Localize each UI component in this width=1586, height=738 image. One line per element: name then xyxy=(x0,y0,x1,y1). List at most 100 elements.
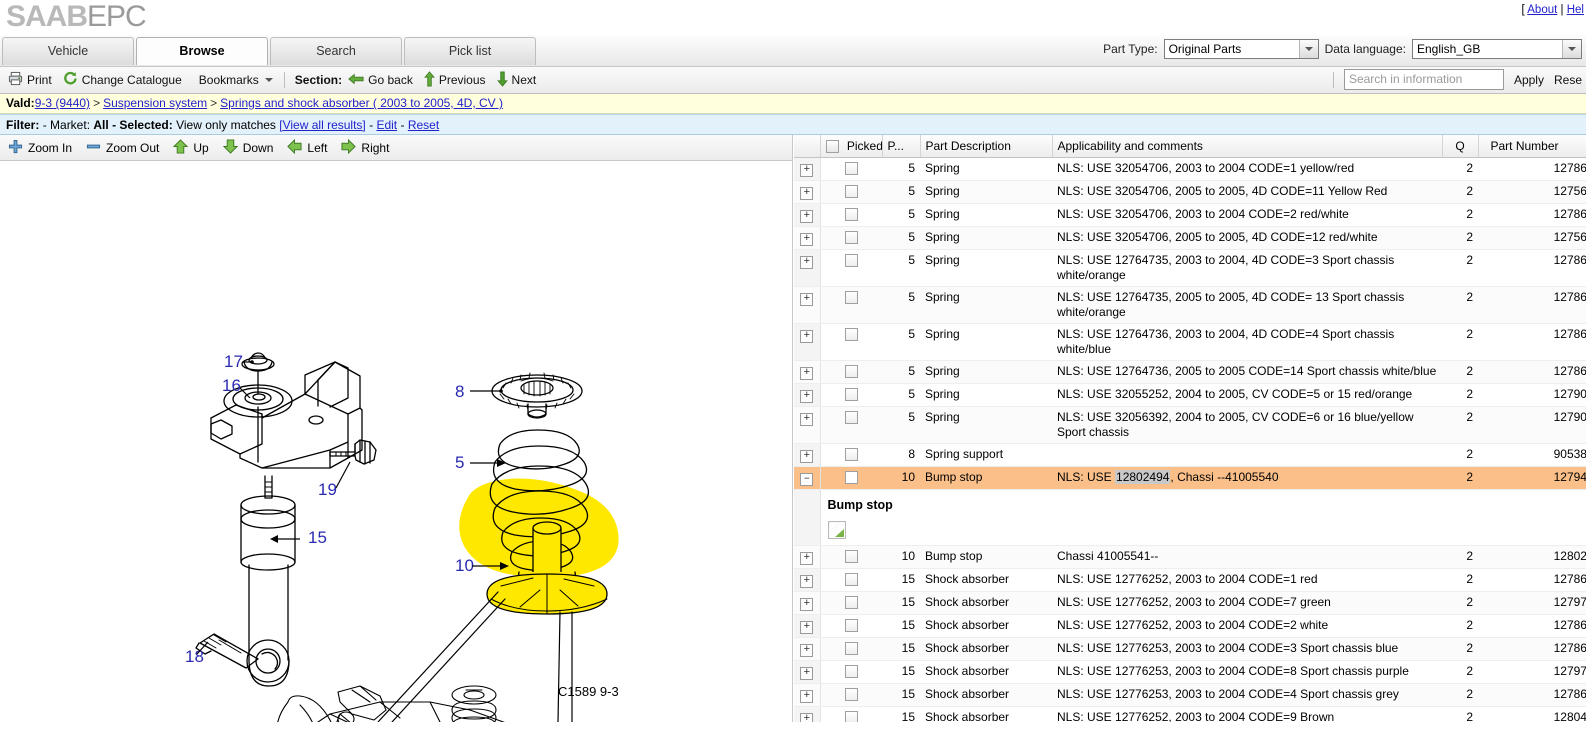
picked-cell[interactable] xyxy=(820,157,882,181)
picked-cell[interactable] xyxy=(820,249,882,287)
table-row[interactable]: + 15 Shock absorber NLS: USE 12776252, 2… xyxy=(794,591,1586,615)
expand-icon[interactable]: + xyxy=(800,449,814,463)
picked-cell[interactable] xyxy=(820,637,882,661)
row-checkbox[interactable] xyxy=(844,207,858,221)
expand-icon[interactable]: + xyxy=(800,163,814,177)
reset-button[interactable]: Rese xyxy=(1554,73,1582,87)
broken-image-icon[interactable] xyxy=(827,520,846,539)
expand-icon[interactable]: + xyxy=(800,389,814,403)
expand-icon[interactable]: + xyxy=(800,292,814,306)
expand-cell[interactable]: + xyxy=(794,406,821,444)
row-checkbox[interactable] xyxy=(844,161,858,175)
picked-cell[interactable] xyxy=(820,360,882,384)
select-all-checkbox[interactable] xyxy=(825,139,839,153)
row-checkbox[interactable] xyxy=(844,687,858,701)
breadcrumb-item-section[interactable]: Springs and shock absorber ( 2003 to 200… xyxy=(220,96,503,110)
expand-cell[interactable]: + xyxy=(794,286,821,324)
row-checkbox[interactable] xyxy=(844,595,858,609)
expand-icon[interactable]: + xyxy=(800,255,814,269)
table-row[interactable]: + 15 Shock absorber NLS: USE 12776253, 2… xyxy=(794,683,1586,707)
col-part-description[interactable]: Part Description xyxy=(920,135,1053,158)
expand-cell[interactable]: + xyxy=(794,360,821,384)
expand-cell[interactable]: + xyxy=(794,637,821,661)
col-q[interactable]: Q xyxy=(1442,135,1479,158)
expand-cell[interactable]: + xyxy=(794,706,821,722)
tab-search[interactable]: Search xyxy=(270,37,402,65)
table-row[interactable]: + 15 Shock absorber NLS: USE 12776252, 2… xyxy=(794,614,1586,638)
expand-cell[interactable]: + xyxy=(794,443,821,467)
table-row[interactable]: + 8 Spring support 2 90538496 xyxy=(794,443,1586,467)
picked-cell[interactable] xyxy=(820,591,882,615)
row-checkbox[interactable] xyxy=(844,230,858,244)
picked-cell[interactable] xyxy=(820,568,882,592)
row-checkbox[interactable] xyxy=(844,641,858,655)
breadcrumb-item-model[interactable]: 9-3 (9440) xyxy=(35,96,90,110)
picked-cell[interactable] xyxy=(820,545,882,569)
table-row[interactable]: + 15 Shock absorber NLS: USE 12776253, 2… xyxy=(794,637,1586,661)
picked-cell[interactable] xyxy=(820,383,882,407)
expand-icon[interactable]: + xyxy=(800,329,814,343)
picked-cell[interactable] xyxy=(820,286,882,324)
expand-icon[interactable]: + xyxy=(800,666,814,680)
expand-icon[interactable]: + xyxy=(800,366,814,380)
table-row[interactable]: + 5 Spring NLS: USE 32055252, 2004 to 20… xyxy=(794,383,1586,407)
col-p[interactable]: P... xyxy=(882,135,921,158)
row-checkbox[interactable] xyxy=(844,447,858,461)
help-link[interactable]: Hel xyxy=(1567,4,1584,16)
expand-icon[interactable]: + xyxy=(800,412,814,426)
row-checkbox[interactable] xyxy=(844,253,858,267)
table-row[interactable]: + 10 Bump stop Chassi 41005541-- 2 12802… xyxy=(794,545,1586,569)
picked-cell[interactable] xyxy=(820,226,882,250)
expand-cell[interactable]: – xyxy=(794,466,821,490)
about-link[interactable]: About xyxy=(1527,4,1557,16)
expand-cell[interactable]: + xyxy=(794,323,821,361)
picked-cell[interactable] xyxy=(820,406,882,444)
expand-cell[interactable]: + xyxy=(794,660,821,684)
search-input[interactable]: Search in information xyxy=(1343,69,1504,90)
row-checkbox[interactable] xyxy=(844,410,858,424)
zoom-in-button[interactable]: Zoom In xyxy=(6,139,84,157)
table-row[interactable]: + 5 Spring NLS: USE 32054706, 2005 to 20… xyxy=(794,180,1586,204)
table-row[interactable]: + 5 Spring NLS: USE 12764736, 2003 to 20… xyxy=(794,323,1586,361)
picked-cell[interactable] xyxy=(820,660,882,684)
expand-cell[interactable]: + xyxy=(794,157,821,181)
zoom-out-button[interactable]: Zoom Out xyxy=(84,139,171,157)
pan-down-button[interactable]: Down xyxy=(221,138,286,157)
expand-icon[interactable]: + xyxy=(800,597,814,611)
row-checkbox[interactable] xyxy=(844,710,858,722)
table-row[interactable]: + 5 Spring NLS: USE 12764736, 2005 to 20… xyxy=(794,360,1586,384)
table-row[interactable]: + 5 Spring NLS: USE 32054706, 2003 to 20… xyxy=(794,203,1586,227)
expand-icon[interactable]: + xyxy=(800,551,814,565)
expand-icon[interactable]: + xyxy=(800,712,814,722)
table-row[interactable]: + 15 Shock absorber NLS: USE 12776252, 2… xyxy=(794,706,1586,722)
change-catalogue-button[interactable]: Change Catalogue xyxy=(61,68,191,92)
row-checkbox[interactable] xyxy=(844,470,858,484)
filter-edit-link[interactable]: Edit xyxy=(376,118,397,132)
row-checkbox[interactable] xyxy=(844,549,858,563)
print-button[interactable]: Print xyxy=(6,68,61,92)
table-row[interactable]: + 15 Shock absorber NLS: USE 12776253, 2… xyxy=(794,660,1586,684)
row-checkbox[interactable] xyxy=(844,184,858,198)
pan-right-button[interactable]: Right xyxy=(339,138,401,157)
table-row[interactable]: + 5 Spring NLS: USE 32056392, 2004 to 20… xyxy=(794,406,1586,444)
expand-icon[interactable]: + xyxy=(800,186,814,200)
picked-cell[interactable] xyxy=(820,180,882,204)
col-part-number[interactable]: Part Number xyxy=(1478,135,1586,158)
data-language-select[interactable]: English_GB xyxy=(1412,39,1582,59)
pan-up-button[interactable]: Up xyxy=(171,138,220,157)
row-checkbox[interactable] xyxy=(844,664,858,678)
previous-button[interactable]: Previous xyxy=(422,68,495,92)
expand-cell[interactable]: + xyxy=(794,545,821,569)
parts-diagram[interactable]: 17 16 19 15 18 8 5 10 C1589 9-3 xyxy=(0,162,792,722)
expand-icon[interactable]: + xyxy=(800,574,814,588)
picked-cell[interactable] xyxy=(820,443,882,467)
expand-cell[interactable]: + xyxy=(794,591,821,615)
table-row[interactable]: + 15 Shock absorber NLS: USE 12776252, 2… xyxy=(794,568,1586,592)
picked-cell[interactable] xyxy=(820,706,882,722)
table-row[interactable]: + 5 Spring NLS: USE 32054706, 2005 to 20… xyxy=(794,226,1586,250)
table-row[interactable]: + 5 Spring NLS: USE 12764735, 2005 to 20… xyxy=(794,286,1586,324)
diagram-viewport[interactable]: 17 16 19 15 18 8 5 10 C1589 9-3 xyxy=(0,162,792,722)
expand-cell[interactable]: + xyxy=(794,383,821,407)
bookmarks-button[interactable]: Bookmarks xyxy=(191,68,282,92)
collapse-icon[interactable]: – xyxy=(800,472,814,486)
